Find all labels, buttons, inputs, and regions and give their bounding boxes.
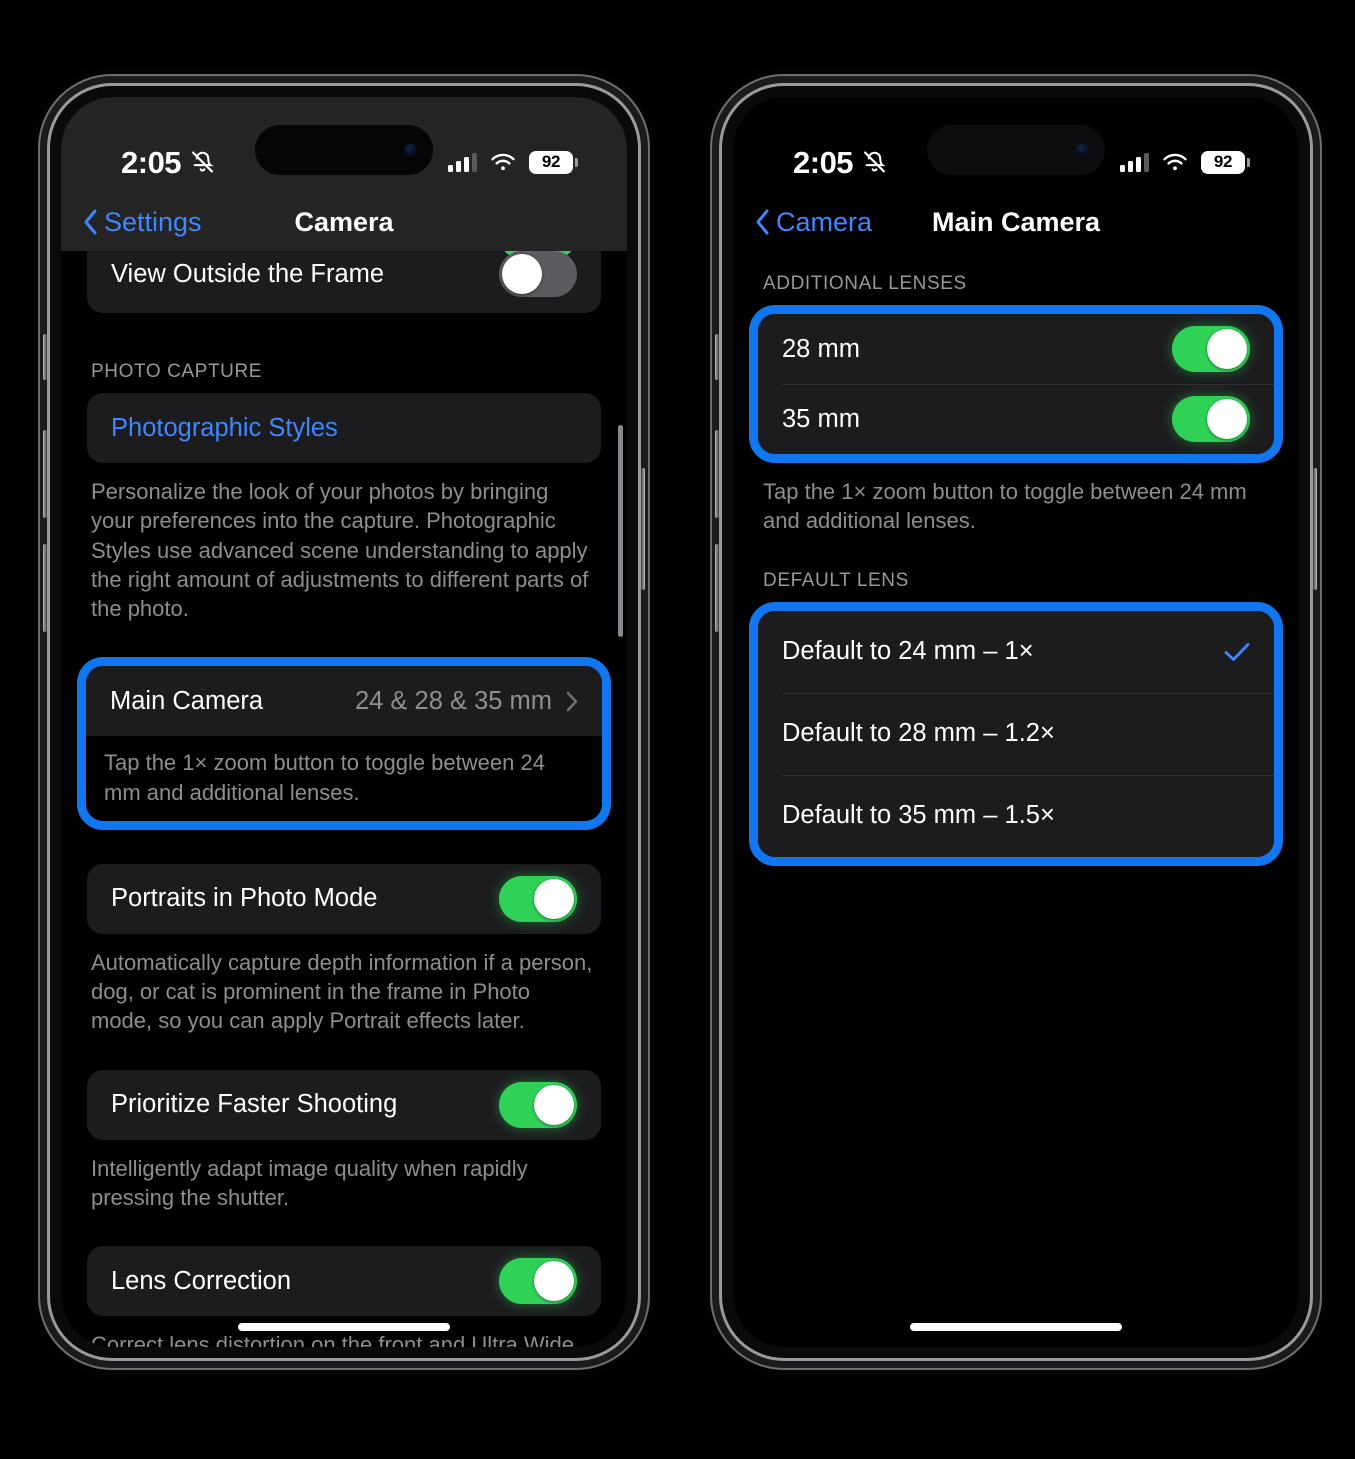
scroll-indicator[interactable] bbox=[618, 425, 623, 637]
left-phone-screen: 2:05 92 Settings Camera View Outside the… bbox=[61, 97, 627, 1347]
screenshot-canvas: 2:05 92 Settings Camera View Outside the… bbox=[0, 0, 1355, 1459]
footnote-portraits: Automatically capture depth information … bbox=[91, 949, 593, 1034]
bell-slash-icon bbox=[864, 151, 886, 173]
additional-lenses-group: 28 mm 35 mm bbox=[758, 314, 1274, 454]
footnote-main-camera: Tap the 1× zoom button to toggle between… bbox=[104, 750, 545, 805]
main-camera-group: Main Camera 24 & 28 & 35 mm bbox=[86, 666, 602, 737]
battery-percent: 92 bbox=[1213, 152, 1233, 171]
photographic-styles-group: Photographic Styles bbox=[87, 393, 601, 463]
footnote-photographic-styles: Personalize the look of your photos by b… bbox=[91, 479, 589, 621]
row-label: Portraits in Photo Mode bbox=[111, 884, 378, 913]
row-portraits-in-photo-mode[interactable]: Portraits in Photo Mode bbox=[87, 864, 601, 934]
battery-icon: 92 bbox=[529, 150, 578, 174]
chevron-left-icon bbox=[756, 209, 769, 235]
chevron-left-icon bbox=[84, 209, 97, 235]
volume-down-button[interactable] bbox=[43, 544, 47, 632]
wifi-icon bbox=[1163, 153, 1187, 171]
bell-slash-icon bbox=[192, 151, 214, 173]
chevron-right-icon bbox=[566, 691, 578, 712]
row-label: View Outside the Frame bbox=[111, 259, 385, 288]
row-label: Photographic Styles bbox=[111, 413, 338, 442]
row-label: 28 mm bbox=[782, 334, 860, 363]
right-phone-device: 2:05 92 Camera Main Camera ADDITIONAL LE… bbox=[715, 86, 1317, 1358]
back-button-label: Settings bbox=[104, 206, 202, 237]
row-label: Default to 35 mm – 1.5× bbox=[782, 801, 1055, 829]
power-button[interactable] bbox=[1313, 468, 1317, 590]
left-nav-bar: Settings Camera bbox=[61, 193, 627, 251]
toggle-knob bbox=[534, 878, 574, 919]
toggle-28mm[interactable] bbox=[1172, 326, 1250, 372]
row-default-24mm[interactable]: Default to 24 mm – 1× bbox=[758, 611, 1274, 693]
toggle-knob bbox=[1207, 329, 1247, 369]
home-indicator[interactable] bbox=[238, 1323, 450, 1331]
row-28mm[interactable]: 28 mm bbox=[758, 314, 1274, 384]
back-button-settings[interactable]: Settings bbox=[83, 207, 202, 238]
left-settings-list[interactable]: View Outside the Frame PHOTO CAPTURE Pho… bbox=[61, 251, 627, 1347]
row-photographic-styles[interactable]: Photographic Styles bbox=[87, 393, 601, 463]
section-header-additional-lenses: ADDITIONAL LENSES bbox=[763, 273, 967, 294]
row-value: 24 & 28 & 35 mm bbox=[354, 686, 552, 715]
checkmark-icon bbox=[1224, 642, 1250, 661]
battery-icon: 92 bbox=[1201, 150, 1250, 174]
toggle-portraits-in-photo-mode[interactable] bbox=[499, 875, 577, 922]
row-35mm[interactable]: 35 mm bbox=[758, 384, 1274, 454]
status-time: 2:05 bbox=[121, 144, 182, 180]
battery-percent: 92 bbox=[541, 152, 561, 171]
prioritize-group: Prioritize Faster Shooting bbox=[87, 1069, 601, 1140]
row-label: 35 mm bbox=[782, 404, 860, 433]
footnote-lens-correction: Correct lens distortion on the front and… bbox=[91, 1332, 575, 1347]
cellular-signal-icon bbox=[448, 152, 477, 172]
cellular-signal-icon bbox=[1120, 152, 1149, 172]
portraits-group: Portraits in Photo Mode bbox=[87, 863, 601, 934]
volume-up-button[interactable] bbox=[43, 430, 47, 518]
section-header-default-lens: DEFAULT LENS bbox=[763, 569, 909, 591]
toggle-knob bbox=[1207, 399, 1247, 439]
dynamic-island bbox=[927, 125, 1105, 175]
action-button[interactable] bbox=[43, 334, 47, 380]
row-label: Lens Correction bbox=[111, 1266, 292, 1295]
toggle-35mm[interactable] bbox=[1172, 396, 1250, 442]
footnote-prioritize: Intelligently adapt image quality when r… bbox=[91, 1155, 528, 1210]
highlight-main-camera: Main Camera 24 & 28 & 35 mm Tap the 1× z… bbox=[77, 657, 611, 830]
row-view-outside-the-frame[interactable]: View Outside the Frame bbox=[87, 251, 601, 313]
power-button[interactable] bbox=[641, 468, 645, 590]
row-prioritize-faster-shooting[interactable]: Prioritize Faster Shooting bbox=[87, 1070, 601, 1140]
row-default-28mm[interactable]: Default to 28 mm – 1.2× bbox=[758, 692, 1274, 775]
row-label: Main Camera bbox=[110, 686, 264, 715]
highlight-additional-lenses: 28 mm 35 mm bbox=[749, 305, 1283, 463]
toggle-lens-correction[interactable] bbox=[499, 1258, 577, 1304]
status-time: 2:05 bbox=[793, 144, 854, 180]
row-label: Default to 24 mm – 1× bbox=[782, 637, 1034, 665]
front-camera-icon bbox=[404, 143, 417, 157]
action-button[interactable] bbox=[715, 334, 719, 380]
row-label: Prioritize Faster Shooting bbox=[111, 1090, 398, 1118]
right-phone-screen: 2:05 92 Camera Main Camera ADDITIONAL LE… bbox=[733, 97, 1299, 1347]
front-camera-icon bbox=[1076, 143, 1089, 157]
home-indicator[interactable] bbox=[910, 1323, 1122, 1331]
toggle-view-outside-the-frame[interactable] bbox=[499, 251, 577, 297]
row-default-35mm[interactable]: Default to 35 mm – 1.5× bbox=[758, 774, 1274, 857]
toggle-knob bbox=[502, 254, 542, 294]
left-phone-device: 2:05 92 Settings Camera View Outside the… bbox=[43, 86, 645, 1358]
dynamic-island bbox=[255, 125, 433, 175]
toggle-prioritize-faster-shooting[interactable] bbox=[499, 1081, 577, 1128]
default-lens-group: Default to 24 mm – 1× Default to 28 mm –… bbox=[758, 610, 1274, 857]
highlight-default-lens: Default to 24 mm – 1× Default to 28 mm –… bbox=[749, 601, 1283, 866]
toggle-knob bbox=[534, 1261, 574, 1301]
row-label: Default to 28 mm – 1.2× bbox=[782, 719, 1055, 747]
volume-up-button[interactable] bbox=[715, 430, 719, 518]
right-settings-list[interactable]: ADDITIONAL LENSES 28 mm 35 mm Tap the 1×… bbox=[733, 251, 1299, 1347]
right-nav-bar: Camera Main Camera bbox=[733, 193, 1299, 251]
wifi-icon bbox=[491, 153, 515, 171]
back-button-camera[interactable]: Camera bbox=[755, 207, 872, 238]
volume-down-button[interactable] bbox=[715, 544, 719, 632]
lens-correction-group: Lens Correction bbox=[87, 1246, 601, 1316]
row-lens-correction[interactable]: Lens Correction bbox=[87, 1246, 601, 1316]
footnote-additional-lenses: Tap the 1× zoom button to toggle between… bbox=[763, 479, 1247, 534]
toggle-knob bbox=[534, 1084, 574, 1125]
row-main-camera[interactable]: Main Camera 24 & 28 & 35 mm bbox=[86, 666, 602, 736]
section-header-photo-capture: PHOTO CAPTURE bbox=[91, 361, 263, 382]
view-outside-frame-group: View Outside the Frame bbox=[87, 251, 601, 313]
back-button-label: Camera bbox=[776, 206, 873, 237]
